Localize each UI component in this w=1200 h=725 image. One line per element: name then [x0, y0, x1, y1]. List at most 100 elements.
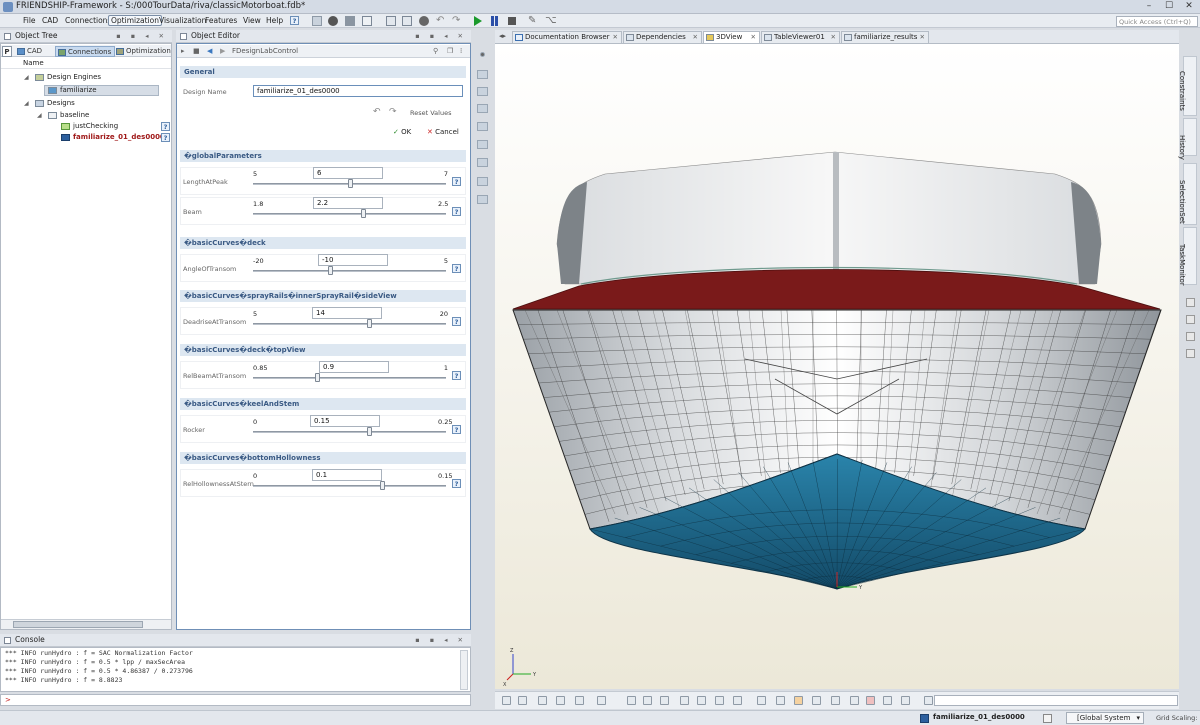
cut-icon[interactable]	[345, 16, 355, 26]
nav-next-icon[interactable]: ▶	[220, 45, 225, 57]
param-slider-thumb[interactable]	[361, 209, 366, 218]
table-icon[interactable]	[477, 140, 488, 149]
design-name-input[interactable]: familiarize_01_des0000	[253, 85, 463, 97]
view-tool-icon[interactable]	[757, 696, 766, 705]
side-tab-taskmonitor[interactable]: TaskMonitor	[1178, 227, 1197, 286]
search-icon[interactable]: ⚲	[433, 45, 438, 57]
close-tab-icon[interactable]: ✕	[693, 32, 698, 43]
panel-controls[interactable]: ▪ ▪ ◂ ✕	[116, 30, 168, 42]
stop-icon[interactable]	[508, 17, 516, 25]
expand-arrow-icon[interactable]: ◢	[24, 98, 29, 109]
panel-controls[interactable]: ▪ ▪ ◂ ✕	[415, 634, 467, 646]
help-icon[interactable]: ?	[161, 122, 170, 131]
more-icon[interactable]: ⁞	[460, 45, 462, 57]
menu-connections[interactable]: Connections	[63, 15, 113, 26]
script-icon[interactable]: ⌥	[545, 16, 557, 26]
help-icon[interactable]: ?	[452, 479, 461, 488]
param-value-input[interactable]: 14	[312, 307, 382, 319]
new-icon[interactable]	[312, 16, 322, 26]
tab-connections[interactable]: Connections	[55, 46, 116, 57]
delete-icon[interactable]	[328, 16, 338, 26]
side-tab-selectionset[interactable]: SelectionSet	[1178, 163, 1197, 225]
tab-dependencies[interactable]: Dependencies ✕	[623, 31, 702, 43]
menu-optimization[interactable]: Optimization	[108, 15, 162, 26]
side-tool-icon[interactable]	[1186, 298, 1195, 307]
close-window-button[interactable]: ✕	[1182, 1, 1196, 12]
cancel-button[interactable]: ✕ Cancel	[427, 128, 459, 136]
view-tool-icon[interactable]	[776, 696, 785, 705]
view-icon[interactable]	[477, 104, 488, 113]
param-slider-track[interactable]	[253, 270, 446, 272]
redo-icon[interactable]: ↷	[452, 16, 462, 26]
param-slider-thumb[interactable]	[328, 266, 333, 275]
quick-access-input[interactable]: Quick Access (Ctrl+Q)	[1116, 16, 1198, 27]
undo-icon[interactable]: ↶	[373, 107, 381, 117]
param-slider-thumb[interactable]	[348, 179, 353, 188]
menu-help[interactable]: Help	[264, 15, 285, 26]
copy-icon[interactable]	[362, 16, 372, 26]
pencil-icon[interactable]	[477, 70, 488, 79]
duplicate-icon[interactable]	[402, 16, 412, 26]
view-tool-icon[interactable]	[597, 696, 606, 705]
param-slider-track[interactable]	[253, 213, 446, 215]
view-tool-icon[interactable]	[715, 696, 724, 705]
tab-optimization[interactable]: Optimization	[114, 46, 174, 57]
view-tool-icon[interactable]	[901, 696, 910, 705]
view-tool-icon[interactable]	[697, 696, 706, 705]
view-tool-icon[interactable]	[794, 696, 803, 705]
view-tool-icon[interactable]	[538, 696, 547, 705]
side-tool-icon[interactable]	[1186, 349, 1195, 358]
tab-tableviewer[interactable]: TableViewer01 ✕	[761, 31, 840, 43]
param-value-input[interactable]: -10	[318, 254, 388, 266]
export-icon[interactable]	[477, 195, 488, 204]
param-value-input[interactable]: 6	[313, 167, 383, 179]
tab-scroll-icon[interactable]: ◂▸	[499, 32, 506, 40]
help-icon[interactable]: ?	[452, 425, 461, 434]
block-icon[interactable]	[419, 16, 429, 26]
param-slider-track[interactable]	[253, 323, 446, 325]
view-tool-icon[interactable]	[556, 696, 565, 705]
edit-icon[interactable]	[477, 177, 488, 186]
nav-home-icon[interactable]: ■	[193, 45, 200, 57]
tree-item-designs[interactable]: ◢ Designs	[0, 98, 171, 109]
help-icon[interactable]: ?	[161, 133, 170, 142]
close-tab-icon[interactable]: ✕	[613, 32, 618, 43]
line-icon[interactable]	[477, 122, 488, 131]
copy-icon[interactable]: ❐	[447, 45, 453, 57]
close-tab-icon[interactable]: ✕	[751, 32, 756, 43]
tree-item-familiarize[interactable]: familiarize	[0, 85, 171, 96]
tab-documentation-browser[interactable]: Documentation Browser ✕	[512, 31, 622, 43]
tree-scrollbar[interactable]	[1, 619, 171, 629]
help-icon[interactable]: ?	[452, 371, 461, 380]
view-tool-icon[interactable]	[627, 696, 636, 705]
pause-icon-a[interactable]	[491, 16, 494, 26]
console-input[interactable]: >	[0, 694, 471, 706]
expand-arrow-icon[interactable]: ◢	[37, 110, 42, 121]
menu-view[interactable]: View	[241, 15, 263, 26]
tab-3dview[interactable]: 3DView ✕	[703, 31, 760, 43]
menu-cad[interactable]: CAD	[40, 15, 60, 26]
tree-item-familiarize-des[interactable]: familiarize_01_des0000 ?	[0, 132, 171, 143]
help-icon[interactable]: ?	[452, 317, 461, 326]
param-slider-thumb[interactable]	[315, 373, 320, 382]
param-slider-thumb[interactable]	[367, 319, 372, 328]
view-tool-icon[interactable]	[575, 696, 584, 705]
menu-file[interactable]: File	[21, 15, 38, 26]
reset-values-button[interactable]: Reset Values	[410, 109, 451, 117]
paste-icon[interactable]	[386, 16, 396, 26]
view-tool-icon[interactable]	[812, 696, 821, 705]
help-icon[interactable]: ?	[452, 207, 461, 216]
run-icon[interactable]	[474, 16, 482, 26]
p-tab[interactable]: P	[2, 46, 12, 57]
view-tool-icon[interactable]	[850, 696, 859, 705]
close-tab-icon[interactable]: ✕	[831, 32, 836, 43]
3d-viewport[interactable]: Y Z Y X	[495, 44, 1179, 689]
layers-icon[interactable]	[477, 158, 488, 167]
view-command-input[interactable]	[934, 695, 1178, 706]
maximize-button[interactable]: ☐	[1162, 1, 1176, 12]
param-slider-track[interactable]	[253, 377, 446, 379]
ok-button[interactable]: ✓ OK	[393, 128, 411, 136]
side-tab-history[interactable]: History	[1178, 118, 1197, 160]
side-tool-icon[interactable]	[1186, 332, 1195, 341]
param-slider-track[interactable]	[253, 431, 446, 433]
